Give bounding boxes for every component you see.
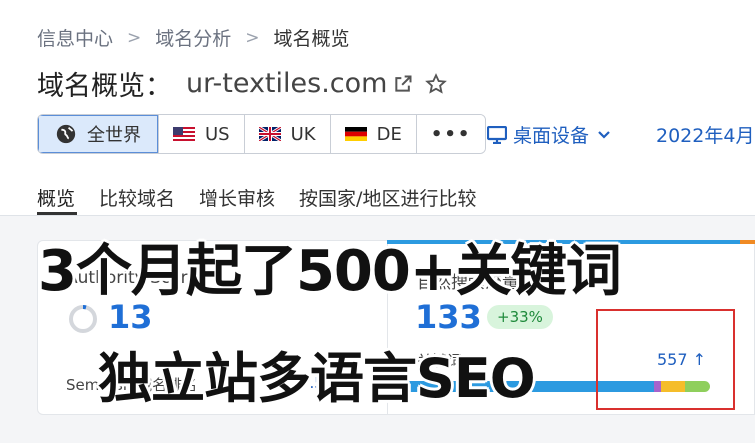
star-icon[interactable] (425, 72, 448, 95)
tab-overview[interactable]: 概览 (37, 184, 75, 211)
device-label: 桌面设备 (513, 125, 590, 147)
tab-growth-report[interactable]: 增长审核 (199, 184, 275, 211)
tab-compare-domains[interactable]: 比较域名 (99, 184, 175, 211)
region-selector: 全世界 US UK DE ••• (37, 114, 487, 154)
region-worldwide[interactable]: 全世界 (38, 115, 158, 153)
traffic-change-badge: +33% (487, 305, 553, 329)
breadcrumb-item-domain-analytics[interactable]: 域名分析 (155, 24, 231, 51)
us-flag-icon (173, 127, 195, 141)
chevron-down-icon (598, 130, 610, 139)
active-tab-indicator (37, 212, 77, 215)
more-icon: ••• (430, 123, 472, 145)
chevron-right-icon: > (245, 27, 260, 48)
breadcrumb: 信息中心 > 域名分析 > 域名概览 (37, 24, 350, 51)
more-regions-button[interactable]: ••• (415, 115, 486, 153)
highlight-box (596, 309, 735, 410)
region-us[interactable]: US (158, 115, 244, 153)
uk-flag-icon (258, 127, 281, 141)
overlay-caption-line2: 独立站多语言SEO (98, 347, 536, 410)
monitor-icon (487, 125, 507, 144)
chevron-right-icon: > (127, 27, 142, 48)
region-uk[interactable]: UK (243, 115, 330, 153)
breadcrumb-item-dashboard[interactable]: 信息中心 (37, 24, 113, 51)
nav-tabs: 概览 比较域名 增长审核 按国家/地区进行比较 (37, 184, 500, 211)
breadcrumb-item-domain-overview: 域名概览 (273, 28, 350, 50)
region-de[interactable]: DE (329, 115, 416, 153)
date-selector[interactable]: 2022年4月 (656, 121, 754, 148)
domain-name: ur-textiles.com (186, 68, 388, 99)
globe-icon (56, 124, 76, 144)
overlay-caption-line1: 3个月起了500+关键词 (38, 239, 622, 304)
page-title-label: 域名概览： (37, 71, 172, 102)
page-title: 域名概览： ur-textiles.com (37, 64, 448, 103)
external-link-icon[interactable] (393, 74, 413, 94)
de-flag-icon (344, 127, 367, 141)
tab-compare-by-country[interactable]: 按国家/地区进行比较 (299, 184, 476, 211)
card-top-accent-secondary (740, 240, 755, 244)
device-selector[interactable]: 桌面设备 (487, 121, 611, 148)
score-ring-icon (69, 305, 97, 333)
